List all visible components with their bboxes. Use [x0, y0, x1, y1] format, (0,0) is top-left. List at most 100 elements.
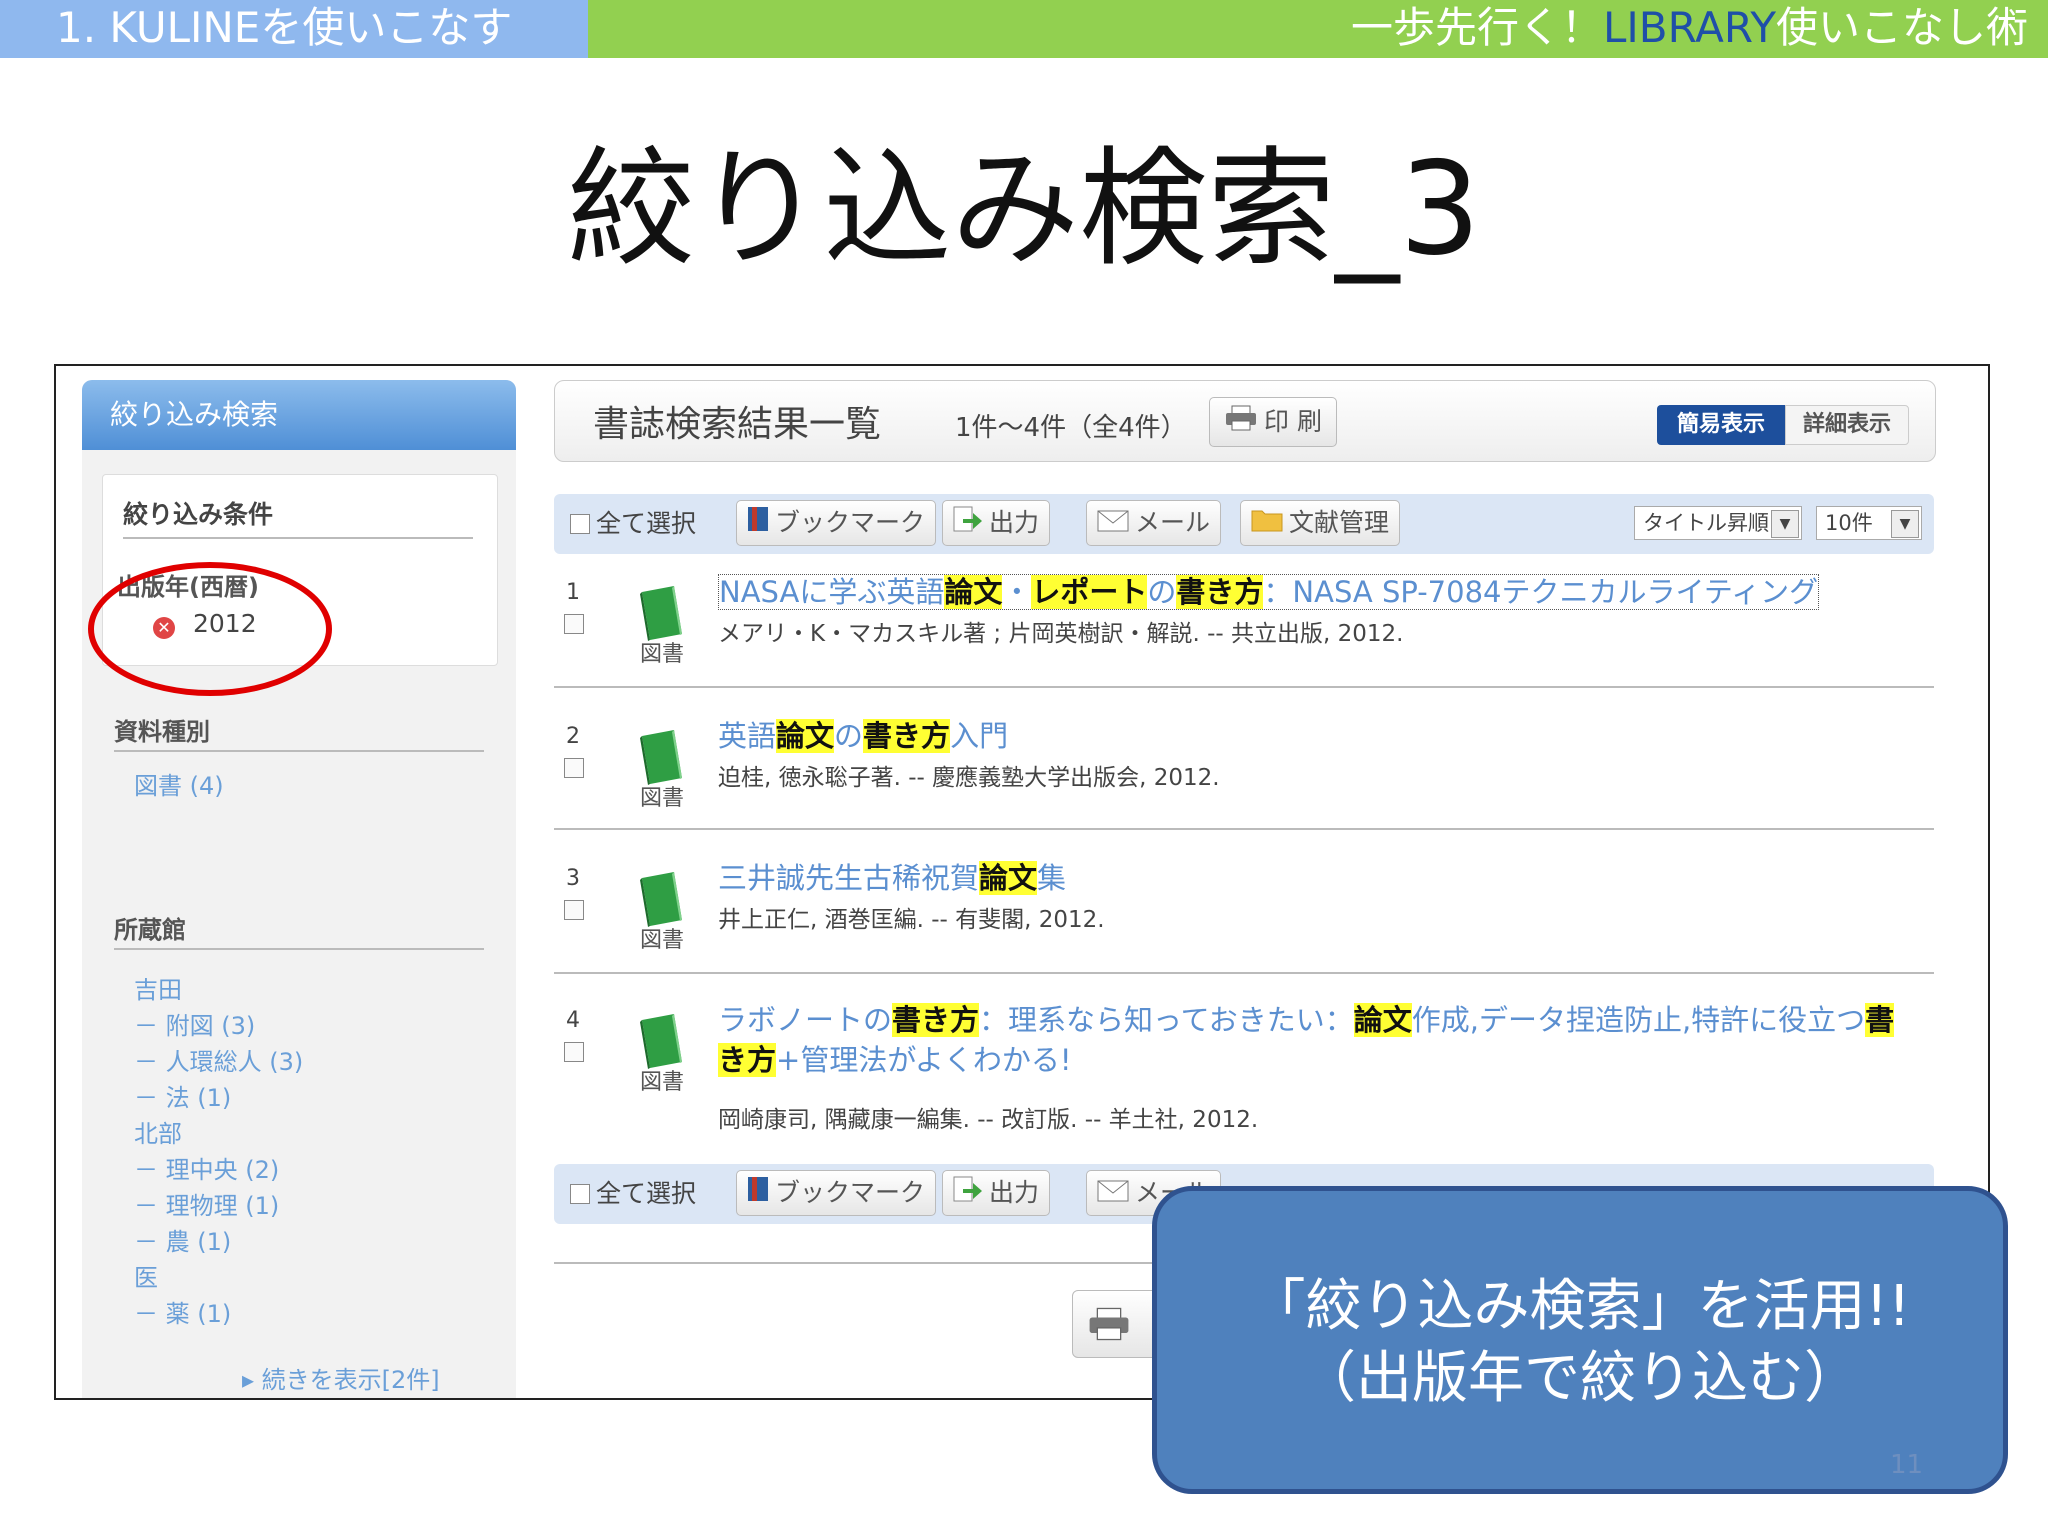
bookmark-icon [747, 502, 769, 546]
facet-library[interactable]: － 薬 (1) [134, 1294, 231, 1329]
divider [554, 828, 1934, 830]
book-icon [640, 730, 682, 785]
output-button[interactable]: 出力 [942, 500, 1051, 546]
export-icon [953, 1172, 983, 1216]
title-part: ：理系なら知っておきたい： [979, 1003, 1354, 1037]
print-button[interactable]: 印 刷 [1209, 397, 1337, 447]
title-part: +管理法がよくわかる! [776, 1043, 1072, 1077]
title-highlight: 書き方 [892, 1003, 980, 1037]
bookmark-label: ブックマーク [775, 1178, 926, 1207]
output-label: 出力 [989, 1178, 1040, 1207]
bookmark-button[interactable]: ブックマーク [736, 500, 937, 546]
material-type: 図書 [640, 928, 685, 953]
title-part: ラボノートの [718, 1003, 893, 1037]
result-title-link[interactable]: NASAに学ぶ英語論文・レポートの書き方：NASA SP-7084テクニカルライ… [718, 572, 1918, 612]
view-simple-button[interactable]: 簡易表示 [1657, 405, 1785, 445]
refine-sidebar: 絞り込み検索 絞り込み条件 出版年(西暦) ✕ 2012 資料種別 図書 (4)… [82, 380, 516, 1398]
show-more-link[interactable]: ▸ 続きを表示[2件] [242, 1360, 440, 1395]
holdings-title: 所蔵館 [114, 916, 186, 944]
result-checkbox[interactable] [564, 758, 584, 778]
facet-material-book[interactable]: 図書 (4) [134, 766, 224, 801]
title-highlight: 論文 [776, 719, 835, 753]
material-type: 図書 [640, 642, 685, 667]
folder-icon [1251, 502, 1283, 546]
material-title: 資料種別 [114, 718, 210, 746]
result-number: 2 [566, 724, 580, 749]
title-part: ・ [1002, 575, 1032, 609]
chevron-down-icon: ▼ [1891, 510, 1919, 538]
series-label: 一歩先行く！LIBRARY使いこなし術 [1351, 2, 2028, 54]
output-label: 出力 [989, 508, 1040, 537]
callout-line: （出版年で絞り込む） [1300, 1346, 1860, 1411]
select-all-checkbox[interactable] [570, 1184, 590, 1204]
title-part: 英語 [718, 719, 777, 753]
ref-manage-label: 文献管理 [1289, 508, 1390, 537]
callout-line: 「絞り込み検索」を活用!! [1249, 1274, 1911, 1339]
result-number: 1 [566, 580, 580, 605]
divider [123, 537, 473, 539]
bookmark-button[interactable]: ブックマーク [736, 1170, 937, 1216]
output-button[interactable]: 出力 [942, 1170, 1051, 1216]
ref-manage-button[interactable]: 文献管理 [1240, 500, 1401, 546]
facet-library[interactable]: － 理物理 (1) [134, 1186, 279, 1221]
result-checkbox[interactable] [564, 900, 584, 920]
title-highlight: 論文 [944, 575, 1003, 609]
printer-icon [1224, 399, 1258, 447]
sort-select[interactable]: タイトル昇順 ▼ [1634, 506, 1802, 540]
result-title-link[interactable]: 三井誠先生古稀祝賀論文集 [718, 858, 1918, 898]
section-banner: 1. KULINEを使いこなす [0, 0, 588, 58]
title-highlight: 書き方 [1176, 575, 1264, 609]
series-suffix: 使いこなし術 [1775, 3, 2028, 52]
title-part: 集 [1037, 861, 1067, 895]
mail-button[interactable]: メール [1086, 500, 1222, 546]
divider [114, 948, 484, 950]
facet-library[interactable]: 北部 [134, 1114, 182, 1149]
print-label: 印 刷 [1264, 407, 1322, 436]
result-checkbox[interactable] [564, 1042, 584, 1062]
slide-title: 絞り込み検索_3 [567, 135, 1481, 284]
title-highlight: 論文 [1353, 1003, 1412, 1037]
result-meta: 迫桂, 徳永聡子著. -- 慶應義塾大学出版会, 2012. [718, 765, 1220, 791]
facet-library[interactable]: － 附図 (3) [134, 1006, 255, 1041]
mail-label: メール [1135, 508, 1211, 537]
results-count: 1件～4件（全4件） [955, 413, 1187, 443]
mail-icon [1097, 502, 1129, 546]
title-part: ：NASA SP-7084テクニカルライティング [1263, 575, 1819, 609]
select-all-label: 全て選択 [596, 509, 697, 538]
highlight-circle [88, 562, 332, 696]
callout-text: 「絞り込み検索」を活用!! （出版年で絞り込む） [1157, 1271, 2003, 1415]
material-type: 図書 [640, 1070, 685, 1095]
select-all-label: 全て選択 [596, 1179, 697, 1208]
bookmark-icon [747, 1172, 769, 1216]
export-icon [953, 502, 983, 546]
result-title-link[interactable]: ラボノートの書き方：理系なら知っておきたい：論文作成,データ捏造防止,特許に役立… [718, 1000, 1918, 1080]
result-meta: 井上正仁, 酒巻匡編. -- 有斐閣, 2012. [718, 907, 1105, 933]
facet-library[interactable]: － 人環総人 (3) [134, 1042, 303, 1077]
series-lib: LIBRARY [1603, 3, 1776, 52]
facet-library[interactable]: － 理中央 (2) [134, 1150, 279, 1185]
chevron-down-icon: ▼ [1771, 510, 1799, 538]
per-page-select[interactable]: 10件 ▼ [1816, 506, 1922, 540]
select-all-checkbox[interactable] [570, 514, 590, 534]
facet-library[interactable]: － 法 (1) [134, 1078, 231, 1113]
slide-page-number: 11 [1890, 1450, 1924, 1480]
result-number: 4 [566, 1008, 580, 1033]
per-page-value: 10件 [1825, 511, 1873, 535]
title-part: の [834, 719, 864, 753]
title-part: NASAに学ぶ英語 [719, 575, 945, 609]
title-highlight: 書き方 [863, 719, 951, 753]
section-label: 1. KULINEを使いこなす [56, 3, 513, 52]
result-title-link[interactable]: 英語論文の書き方入門 [718, 716, 1918, 756]
title-part: 三井誠先生古稀祝賀 [718, 861, 980, 895]
facet-library[interactable]: － 農 (1) [134, 1222, 231, 1257]
sidebar-header: 絞り込み検索 [82, 380, 516, 450]
mail-icon [1097, 1172, 1129, 1216]
divider [554, 972, 1934, 974]
result-number: 3 [566, 866, 580, 891]
results-toolbar-top: 全て選択 ブックマーク 出力 メール 文献管理 タイトル昇順 ▼ 10件 ▼ [554, 494, 1934, 554]
result-checkbox[interactable] [564, 614, 584, 634]
sort-value: タイトル昇順 [1643, 511, 1769, 535]
facet-library[interactable]: 医 [134, 1258, 158, 1293]
view-detail-button[interactable]: 詳細表示 [1785, 405, 1909, 445]
facet-library[interactable]: 吉田 [134, 970, 182, 1005]
